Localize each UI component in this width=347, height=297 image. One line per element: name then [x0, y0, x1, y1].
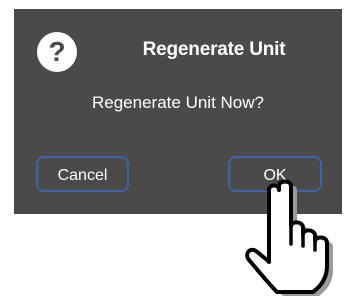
- pointing-hand-icon: [245, 179, 333, 296]
- question-icon: ?: [37, 32, 77, 72]
- screen: ? Regenerate Unit Regenerate Unit Now? C…: [0, 0, 347, 297]
- dialog-message: Regenerate Unit Now?: [92, 93, 264, 112]
- dialog-title: Regenerate Unit: [142, 39, 286, 60]
- cancel-button[interactable]: Cancel: [36, 156, 129, 192]
